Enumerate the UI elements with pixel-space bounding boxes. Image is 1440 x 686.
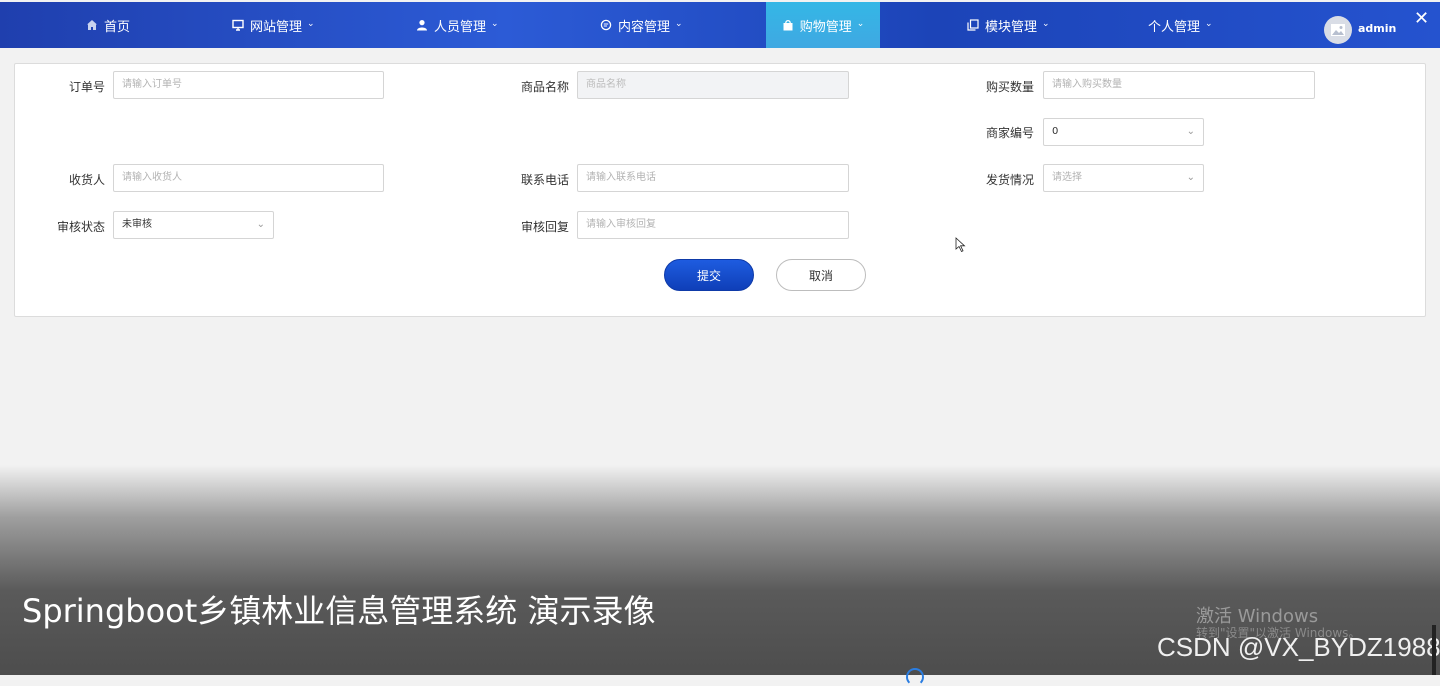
chevron-down-icon: ⌄ [1042, 19, 1050, 29]
shipping-label: 发货情况 [985, 173, 1034, 187]
quantity-input[interactable]: 请输入购买数量 [1043, 71, 1315, 99]
loading-spinner-icon [906, 668, 924, 686]
receiver-label: 收货人 [68, 173, 105, 187]
shipping-placeholder: 请选择 [1052, 172, 1082, 183]
user-icon [416, 19, 428, 31]
shipping-select[interactable]: 请选择 ⌄ [1043, 164, 1204, 192]
nav-shopping-management[interactable]: 购物管理 ⌄ [766, 2, 880, 48]
nav-module-management-label: 模块管理 [985, 19, 1038, 35]
phone-label: 联系电话 [520, 173, 569, 187]
chevron-down-icon: ⌄ [675, 19, 683, 29]
chevron-down-icon: ⌄ [1186, 172, 1195, 183]
chat-icon [600, 19, 612, 31]
chevron-down-icon: ⌄ [856, 19, 865, 29]
top-navbar: 首页 网站管理 ⌄ 人员管理 ⌄ 内容管理 ⌄ 购物管理 ⌄ 模块管理 ⌄ 个人… [0, 2, 1440, 48]
chevron-down-icon: ⌄ [491, 19, 499, 29]
nav-content-management-label: 内容管理 [618, 19, 671, 35]
chevron-down-icon: ⌄ [1186, 126, 1195, 137]
nav-personal-management[interactable]: 个人管理 ⌄ [1148, 2, 1213, 48]
merchant-no-value: 0 [1052, 126, 1059, 137]
order-no-input[interactable]: 请输入订单号 [113, 71, 384, 99]
nav-content-management[interactable]: 内容管理 ⌄ [600, 2, 683, 48]
audit-reply-label: 审核回复 [520, 220, 569, 234]
nav-personal-management-label: 个人管理 [1148, 19, 1201, 35]
chevron-down-icon: ⌄ [1205, 19, 1213, 29]
product-name-label: 商品名称 [520, 80, 569, 94]
nav-site-management[interactable]: 网站管理 ⌄ [232, 2, 315, 48]
copy-icon [967, 19, 979, 31]
nav-home-label: 首页 [104, 19, 131, 35]
audit-status-select[interactable]: 未审核 ⌄ [113, 211, 274, 239]
cancel-button[interactable]: 取消 [776, 259, 866, 291]
home-icon [86, 19, 98, 31]
nav-staff-management[interactable]: 人员管理 ⌄ [416, 2, 499, 48]
close-icon[interactable]: ✕ [1414, 8, 1429, 29]
merchant-no-select[interactable]: 0 ⌄ [1043, 118, 1204, 146]
nav-site-management-label: 网站管理 [250, 19, 303, 35]
phone-input[interactable]: 请输入联系电话 [577, 164, 849, 192]
scrollbar[interactable] [1432, 625, 1436, 675]
chevron-down-icon: ⌄ [256, 219, 265, 230]
bag-icon [782, 19, 794, 31]
order-form: 订单号 请输入订单号 商品名称 商品名称 购买数量 请输入购买数量 商家编号 0… [14, 63, 1426, 317]
avatar[interactable] [1324, 16, 1352, 44]
audit-status-label: 审核状态 [56, 220, 105, 234]
nav-shopping-management-label: 购物管理 [799, 19, 852, 35]
submit-button[interactable]: 提交 [664, 259, 754, 291]
receiver-input[interactable]: 请输入收货人 [113, 164, 384, 192]
nav-home[interactable]: 首页 [86, 2, 130, 48]
image-icon [1331, 24, 1345, 36]
audit-status-value: 未审核 [122, 219, 152, 230]
merchant-no-label: 商家编号 [985, 126, 1034, 140]
monitor-icon [232, 19, 244, 31]
video-caption: Springboot乡镇林业信息管理系统 演示录像 [22, 592, 656, 630]
quantity-label: 购买数量 [985, 80, 1034, 94]
audit-reply-input[interactable]: 请输入审核回复 [577, 211, 849, 239]
mouse-cursor-icon [955, 237, 966, 253]
chevron-down-icon: ⌄ [307, 19, 315, 29]
product-name-input: 商品名称 [577, 71, 849, 99]
order-no-label: 订单号 [68, 80, 105, 94]
username[interactable]: admin [1358, 22, 1396, 35]
nav-staff-management-label: 人员管理 [434, 19, 487, 35]
nav-module-management[interactable]: 模块管理 ⌄ [967, 2, 1050, 48]
csdn-watermark: CSDN @VX_BYDZ1988 [1157, 632, 1440, 662]
